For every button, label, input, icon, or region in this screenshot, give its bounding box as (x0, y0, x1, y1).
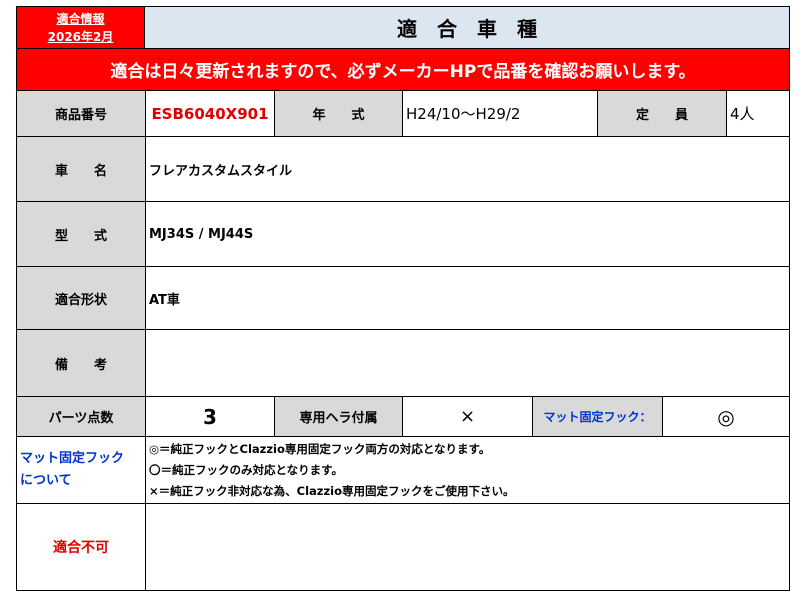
year-label: 年 式 (274, 90, 403, 137)
car-name-label: 車 名 (16, 136, 146, 202)
fitment-shape-label: 適合形状 (16, 266, 146, 330)
fitment-info-date: 2026年2月 (47, 29, 114, 44)
capacity-label: 定 員 (597, 90, 727, 137)
fitment-info-badge: 適合情報 2026年2月 (16, 6, 145, 49)
legend-line-circle: 〇＝純正フックのみ対応となります。 (149, 462, 344, 477)
fitment-shape-value: AT車 (145, 266, 790, 330)
remarks-value (145, 329, 790, 397)
year-value-text: H24/10〜H29/2 (406, 105, 521, 123)
page-title-text: 適 合 車 種 (397, 17, 537, 41)
capacity-value-text: 4人 (730, 105, 755, 123)
legend-line-double-circle: ◎＝純正フックとClazzio専用固定フック両方の対応となります。 (149, 441, 491, 456)
update-notice-banner: 適合は日々更新されますので、必ずメーカーHPで品番を確認お願いします。 (16, 48, 790, 91)
capacity-label-text: 定 員 (635, 108, 688, 123)
fitment-shape-label-text: 適合形状 (54, 292, 107, 308)
legend-line-cross: ×＝純正フック非対応な為、Clazzio専用固定フックをご使用下さい。 (149, 483, 515, 498)
mat-hook-info-label-line2: について (20, 473, 72, 488)
product-number-value: ESB6040X901 (145, 90, 275, 137)
page-title: 適 合 車 種 (144, 6, 790, 49)
product-number-text: ESB6040X901 (151, 104, 269, 123)
mat-hook-info-legend: ◎＝純正フックとClazzio専用固定フック両方の対応となります。 〇＝純正フッ… (145, 436, 790, 504)
model-code-value: MJ34S / MJ44S (145, 201, 790, 267)
year-label-text: 年 式 (312, 108, 365, 123)
incompatible-label: 適合不可 (16, 503, 146, 591)
parts-count-label-text: パーツ点数 (48, 411, 114, 426)
heel-pad-value: × (402, 396, 533, 437)
incompatible-value (145, 503, 790, 591)
product-number-label: 商品番号 (16, 90, 146, 137)
parts-count-label: パーツ点数 (16, 396, 146, 437)
year-value: H24/10〜H29/2 (402, 90, 598, 137)
fitment-shape-text: AT車 (149, 292, 180, 308)
model-code-label: 型 式 (16, 201, 146, 267)
heel-pad-label-text: 専用ヘラ付属 (299, 411, 378, 426)
incompatible-label-text: 適合不可 (53, 540, 109, 556)
car-name-value: フレアカスタムスタイル (145, 136, 790, 202)
model-code-label-text: 型 式 (54, 228, 107, 244)
update-notice-text: 適合は日々更新されますので、必ずメーカーHPで品番を確認お願いします。 (110, 62, 696, 82)
car-name-text: フレアカスタムスタイル (149, 163, 293, 179)
heel-pad-cross-icon: × (459, 406, 476, 427)
mat-hook-label: マット固定フック： (532, 396, 663, 437)
mat-hook-value: ◎ (662, 396, 790, 437)
capacity-value: 4人 (726, 90, 790, 137)
parts-count-text: 3 (203, 404, 217, 429)
double-circle-icon: ◎ (717, 404, 735, 429)
remarks-label-text: 備 考 (54, 357, 107, 373)
car-name-label-text: 車 名 (54, 163, 107, 179)
product-number-label-text: 商品番号 (54, 108, 107, 123)
parts-count-value: 3 (145, 396, 275, 437)
mat-hook-info-label: マット固定フック について (16, 436, 146, 504)
mat-hook-label-text: マット固定フック： (543, 410, 652, 424)
heel-pad-label: 専用ヘラ付属 (274, 396, 403, 437)
model-code-text: MJ34S / MJ44S (149, 226, 254, 242)
mat-hook-info-label-line1: マット固定フック (20, 451, 125, 466)
remarks-label: 備 考 (16, 329, 146, 397)
fitment-sheet: 適合情報 2026年2月 適 合 車 種 適合は日々更新されますので、必ずメーカ… (0, 0, 800, 599)
fitment-info-label: 適合情報 (56, 11, 105, 26)
